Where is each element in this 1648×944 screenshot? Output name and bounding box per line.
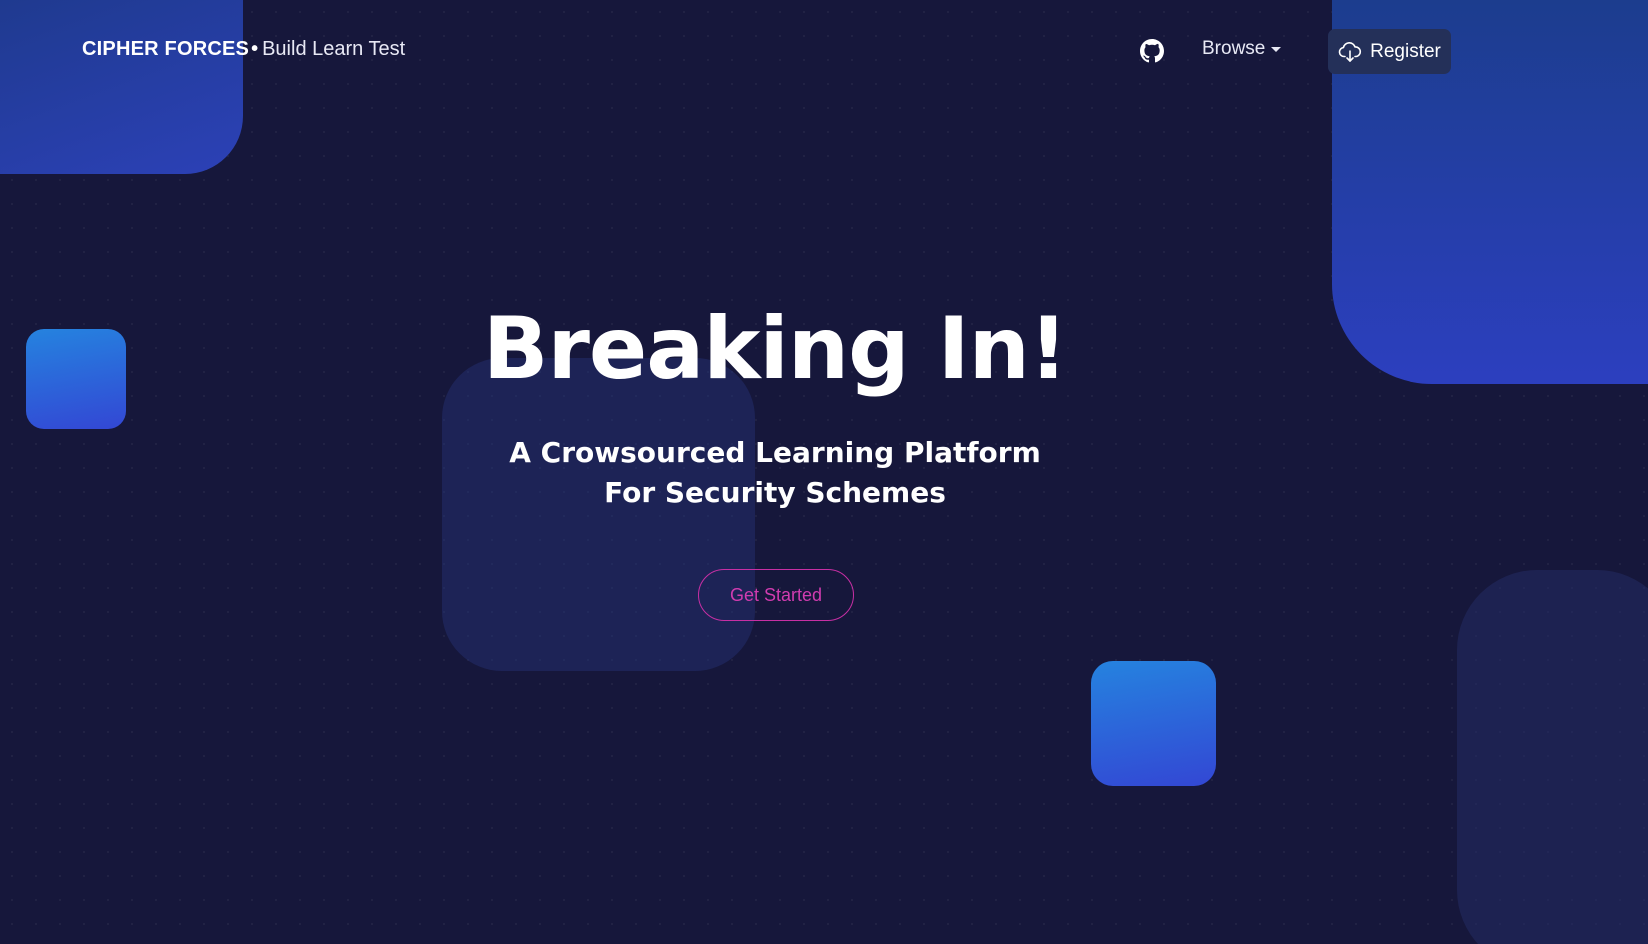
decorative-shape-bottom-right <box>1457 570 1648 944</box>
browse-dropdown[interactable]: Browse <box>1202 38 1282 60</box>
hero-subtitle: A Crowsourced Learning Platform For Secu… <box>509 435 1041 509</box>
cloud-download-icon <box>1338 41 1362 62</box>
hero-section: Breaking In! A Crowsourced Learning Plat… <box>440 300 1110 513</box>
brand-logo-link[interactable]: CIPHER FORCES • Build Learn Test <box>82 38 405 61</box>
register-label: Register <box>1370 40 1441 62</box>
brand-tagline: Build Learn Test <box>262 38 406 60</box>
github-icon[interactable] <box>1140 39 1164 63</box>
hero-title: Breaking In! <box>482 299 1068 399</box>
brand-name: CIPHER FORCES <box>82 38 250 60</box>
decorative-square-left <box>26 329 126 429</box>
browse-label: Browse <box>1202 38 1266 59</box>
decorative-square-bottom <box>1091 661 1216 786</box>
caret-down-icon <box>1271 46 1282 52</box>
top-navbar: CIPHER FORCES • Build Learn Test Browse … <box>0 0 1648 104</box>
brand-separator: • <box>251 38 259 60</box>
get-started-button[interactable]: Get Started <box>698 569 854 621</box>
register-button[interactable]: Register <box>1328 29 1451 74</box>
